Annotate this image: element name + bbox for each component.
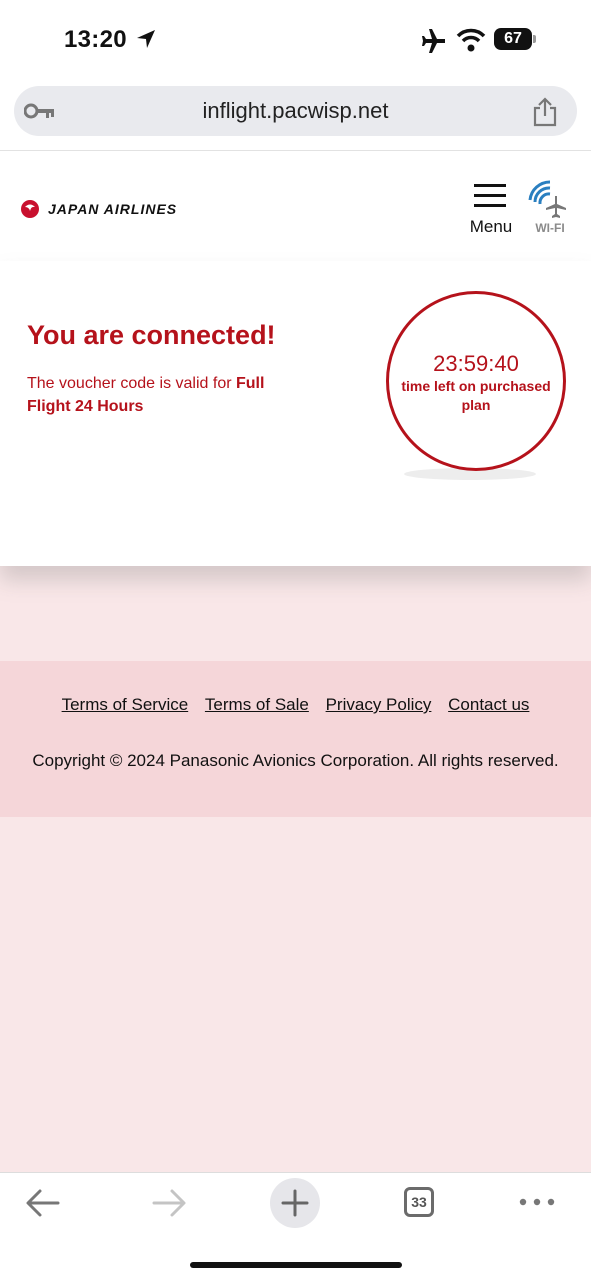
time-remaining-value: 23:59:40 (433, 351, 519, 376)
voucher-prefix: The voucher code is valid for (27, 375, 236, 392)
connected-title: You are connected! (27, 320, 276, 350)
terms-of-service-link[interactable]: Terms of Service (62, 695, 189, 714)
voucher-description: The voucher code is valid for Full Fligh… (27, 372, 307, 418)
plus-icon (281, 1189, 309, 1217)
url-text[interactable]: inflight.pacwisp.net (14, 86, 577, 136)
airplane-mode-icon (422, 29, 445, 53)
forward-arrow-icon[interactable] (150, 1186, 188, 1220)
location-arrow-icon (137, 30, 155, 48)
battery-cap (533, 35, 536, 43)
tab-switcher-button[interactable]: 33 (404, 1187, 434, 1217)
footer-links: Terms of Service Terms of Sale Privacy P… (0, 695, 591, 715)
battery-indicator: 67 (494, 28, 532, 50)
wifi-label[interactable]: WI-FI (528, 221, 572, 235)
wifi-signal-icon (456, 28, 486, 52)
menu-label[interactable]: Menu (462, 217, 520, 237)
back-arrow-icon[interactable] (24, 1186, 62, 1220)
more-options-icon[interactable] (518, 1194, 556, 1210)
wifi-plane-icon[interactable] (528, 180, 570, 220)
hamburger-menu-icon[interactable] (474, 184, 506, 208)
footer (0, 661, 591, 817)
new-tab-button[interactable] (270, 1178, 320, 1228)
share-icon[interactable] (532, 97, 558, 127)
jal-wordmark: JAPAN AIRLINES (48, 201, 178, 217)
time-remaining-caption: time left on purchased plan (401, 378, 551, 413)
copyright-text: Copyright © 2024 Panasonic Avionics Corp… (32, 751, 559, 770)
terms-of-sale-link[interactable]: Terms of Sale (205, 695, 309, 714)
home-indicator (190, 1262, 402, 1268)
privacy-policy-link[interactable]: Privacy Policy (326, 695, 432, 714)
jal-crane-logo-icon (21, 200, 39, 218)
status-time: 13:20 (64, 26, 127, 53)
contact-us-link[interactable]: Contact us (448, 695, 529, 714)
